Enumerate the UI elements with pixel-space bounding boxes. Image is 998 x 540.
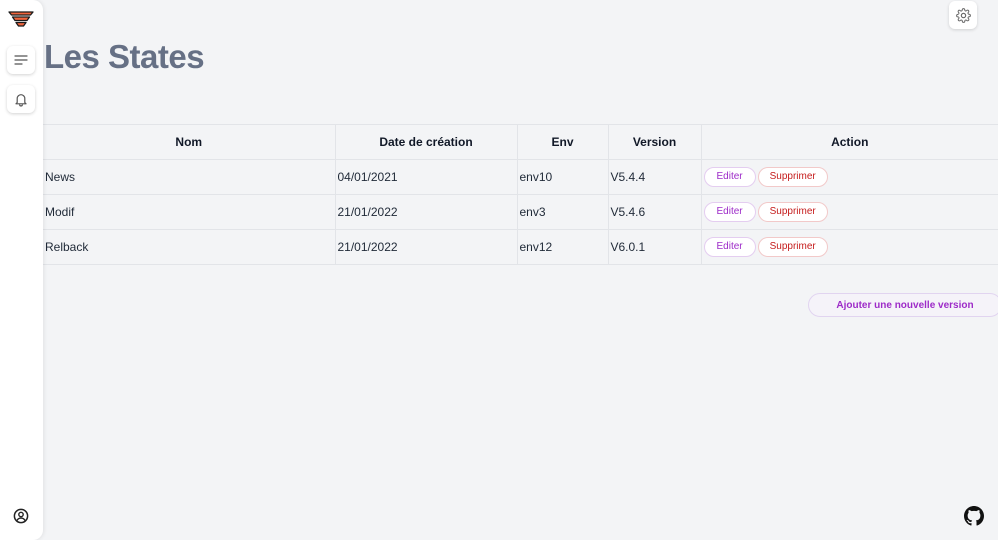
table-row: Modif 21/01/2022 env3 V5.4.6 Editer Suppr…: [43, 194, 998, 230]
cell-env: env10: [516, 159, 608, 195]
cell-env: env12: [516, 229, 608, 265]
cell-date: 21/01/2022: [334, 194, 517, 230]
sidebar: [0, 0, 43, 540]
column-header-version: Version: [607, 124, 701, 160]
user-circle-icon[interactable]: [13, 508, 29, 524]
menu-lines-icon: [14, 55, 28, 65]
cell-nom: News: [43, 159, 335, 195]
cell-date: 21/01/2022: [334, 229, 517, 265]
cell-version: V6.0.1: [607, 229, 701, 265]
logo-icon[interactable]: [8, 10, 34, 30]
settings-button[interactable]: [949, 1, 977, 29]
delete-button[interactable]: Supprimer: [757, 202, 828, 222]
edit-button[interactable]: Editer: [703, 202, 756, 222]
cell-actions: Editer Supprimer: [700, 229, 998, 265]
edit-button[interactable]: Editer: [703, 237, 756, 257]
column-header-action: Action: [700, 124, 998, 160]
column-header-nom: Nom: [43, 124, 335, 160]
cell-date: 04/01/2021: [334, 159, 517, 195]
column-header-date: Date de création: [334, 124, 517, 160]
column-header-env: Env: [516, 124, 608, 160]
notifications-button[interactable]: [7, 85, 35, 113]
cell-env: env3: [516, 194, 608, 230]
bell-icon: [15, 93, 27, 107]
add-version-button[interactable]: Ajouter une nouvelle version: [808, 293, 998, 317]
github-icon[interactable]: [964, 506, 984, 526]
page-title: Les States: [44, 38, 205, 75]
cell-actions: Editer Supprimer: [700, 159, 998, 195]
edit-button[interactable]: Editer: [703, 167, 756, 187]
delete-button[interactable]: Supprimer: [757, 167, 828, 187]
table-row: Relback 21/01/2022 env12 V6.0.1 Editer Su…: [43, 229, 998, 265]
cell-nom: Modif: [43, 194, 335, 230]
menu-button[interactable]: [7, 46, 35, 74]
gear-icon: [955, 7, 971, 23]
states-table: Nom Date de création Env Version Action …: [43, 124, 998, 265]
cell-nom: Relback: [43, 229, 335, 265]
cell-version: V5.4.6: [607, 194, 701, 230]
cell-version: V5.4.4: [607, 159, 701, 195]
table-row: News 04/01/2021 env10 V5.4.4 Editer Suppr…: [43, 159, 998, 195]
cell-actions: Editer Supprimer: [700, 194, 998, 230]
table-header-row: Nom Date de création Env Version Action: [43, 124, 998, 160]
delete-button[interactable]: Supprimer: [757, 237, 828, 257]
